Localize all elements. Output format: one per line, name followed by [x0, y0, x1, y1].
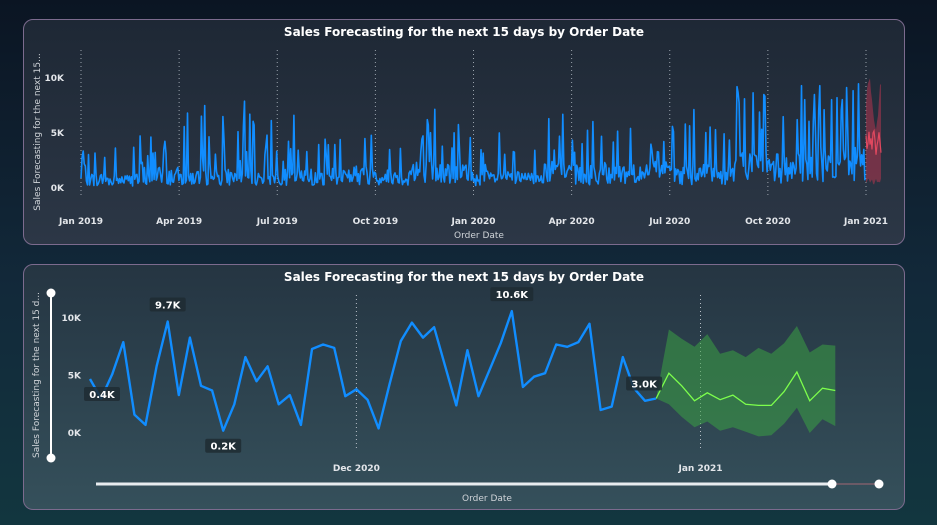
actual-sales-line[interactable] — [88, 309, 657, 432]
y-zoom-slider-top-handle[interactable] — [46, 288, 56, 298]
x-axis-label: Order Date — [462, 494, 512, 504]
y-tick-label: 5K — [51, 129, 65, 139]
y-tick-label: 0K — [51, 184, 65, 194]
y-axis-label: Sales Forecasting for the next 15 d... — [32, 292, 42, 458]
x-tick-label: Apr 2019 — [156, 217, 202, 227]
sales-forecast-overview-panel: Sales Forecasting for the next 15 days b… — [23, 19, 905, 245]
y-axis-label: Sales Forecasting for the next 15... — [33, 53, 43, 210]
y-zoom-slider-bottom-handle[interactable] — [46, 453, 56, 463]
data-label: 0.2K — [210, 442, 237, 453]
y-tick-label: 0K — [68, 429, 82, 439]
x-tick-label: Jan 2019 — [58, 217, 103, 227]
actual-sales-line[interactable] — [80, 83, 866, 187]
detail-chart-svg[interactable]: 0.4K 9.7K 0.2K 10.6K 3.0K 0K 5K 10K Dec 2020 Ja… — [24, 265, 906, 511]
x-tick-label: Oct 2020 — [745, 217, 790, 227]
x-tick-label: Jul 2020 — [648, 217, 690, 227]
x-axis-label: Order Date — [454, 231, 504, 241]
data-label: 9.7K — [155, 300, 182, 311]
x-tick-label: Dec 2020 — [333, 464, 380, 474]
data-label: 0.4K — [89, 390, 116, 401]
y-tick-label: 10K — [62, 314, 83, 324]
overview-chart-svg[interactable]: 0K 5K 10K Jan 2019 Apr 2019 Jul 2019 Oct 2019… — [24, 20, 906, 246]
x-tick-label: Oct 2019 — [353, 217, 398, 227]
y-tick-label: 5K — [68, 372, 82, 382]
data-label: 3.0K — [631, 380, 658, 391]
x-range-slider-end-handle[interactable] — [874, 479, 884, 489]
x-tick-label: Jan 2021 — [843, 217, 888, 227]
x-tick-label: Jan 2021 — [677, 464, 722, 474]
data-label: 10.6K — [496, 290, 530, 301]
x-tick-label: Jul 2019 — [256, 217, 298, 227]
x-tick-label: Apr 2020 — [549, 217, 595, 227]
x-tick-label: Jan 2020 — [450, 217, 495, 227]
forecast-confidence-band[interactable] — [656, 326, 836, 437]
sales-forecast-detail-panel: Sales Forecasting for the next 15 days b… — [23, 264, 905, 510]
x-range-slider-handle[interactable] — [827, 479, 837, 489]
y-tick-label: 10K — [45, 74, 66, 84]
